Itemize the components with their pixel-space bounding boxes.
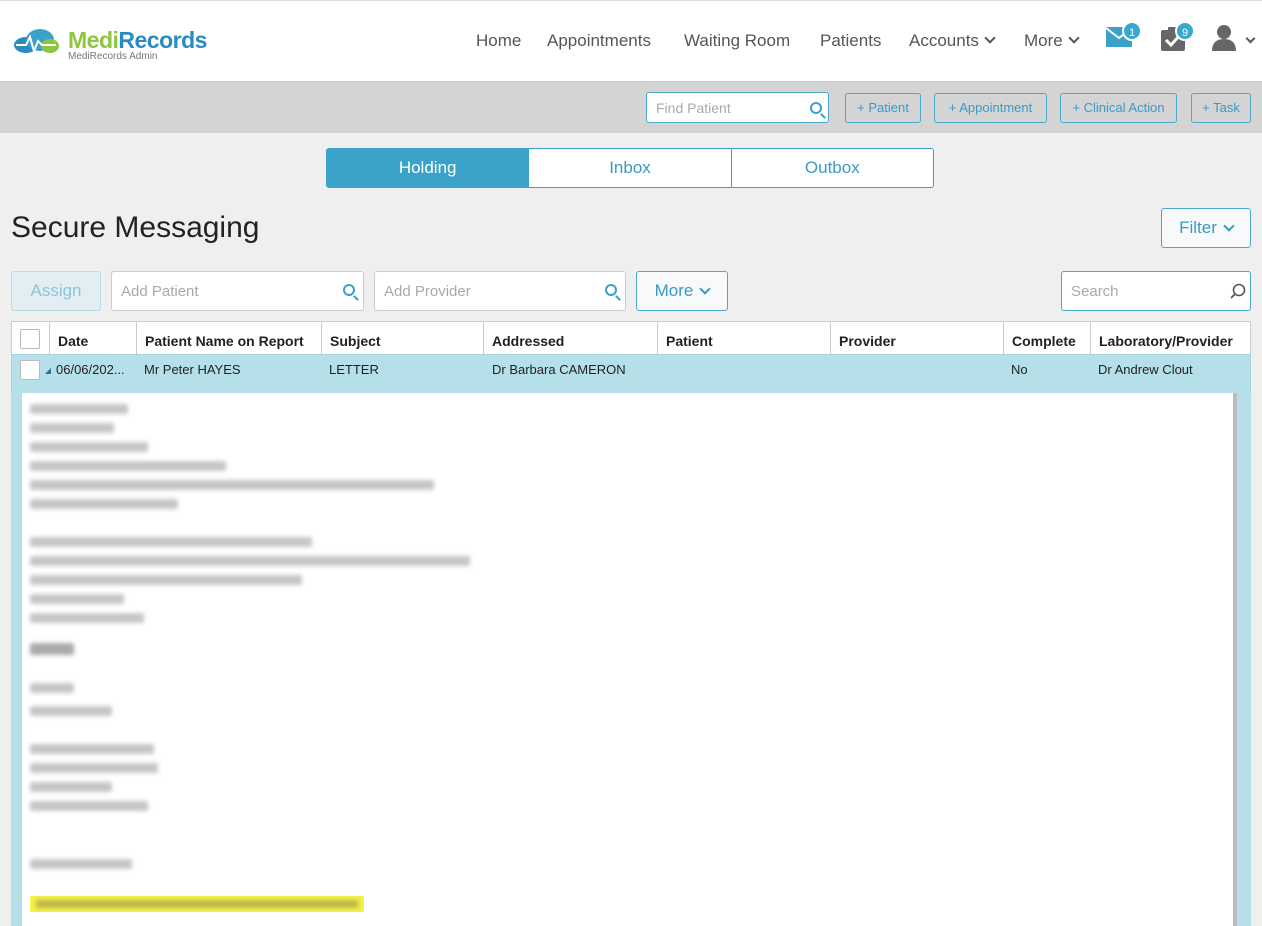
- redacted-line: [30, 706, 112, 716]
- medirecords-logo[interactable]: MediRecords MediRecords Admin: [12, 23, 222, 67]
- add-patient-button[interactable]: + Patient: [845, 93, 921, 123]
- page-title: Secure Messaging: [11, 211, 260, 244]
- chevron-down-icon: [1245, 33, 1256, 44]
- find-patient-placeholder: Find Patient: [656, 100, 731, 116]
- redacted-line: [30, 859, 132, 869]
- tab-holding[interactable]: Holding: [327, 149, 529, 187]
- redacted-line: [30, 643, 74, 655]
- brand-name: MediRecords: [68, 27, 207, 53]
- redacted-line: [30, 613, 144, 623]
- add-appointment-button[interactable]: + Appointment: [934, 93, 1047, 123]
- cloud-logo-icon: [14, 29, 59, 55]
- redacted-line: [30, 782, 112, 792]
- search-icon: [1230, 283, 1246, 299]
- more-actions-label: More: [654, 281, 694, 300]
- add-provider-placeholder: Add Provider: [384, 283, 471, 300]
- cell-complete: No: [1011, 362, 1028, 377]
- messages-count-badge: 1: [1122, 21, 1142, 41]
- highlighted-redacted-line: [30, 896, 364, 912]
- search-icon: [343, 284, 355, 296]
- brand-subtitle: MediRecords Admin: [68, 51, 158, 62]
- nav-patients[interactable]: Patients: [820, 31, 881, 51]
- search-icon: [810, 102, 822, 114]
- message-preview-panel: [11, 393, 1251, 926]
- search-placeholder: Search: [1071, 283, 1119, 300]
- filter-button[interactable]: Filter: [1161, 208, 1251, 248]
- redacted-document-preview: [22, 393, 1237, 926]
- chevron-down-icon: [984, 32, 996, 44]
- tab-inbox[interactable]: Inbox: [528, 149, 730, 187]
- table-header: Date Patient Name on Report Subject Addr…: [11, 321, 1251, 355]
- tab-outbox[interactable]: Outbox: [730, 149, 933, 187]
- redacted-line: [30, 442, 148, 452]
- tasks-button[interactable]: 9: [1161, 21, 1195, 56]
- expand-triangle-icon[interactable]: [45, 368, 51, 374]
- redacted-line: [30, 461, 226, 471]
- column-header-complete[interactable]: Complete: [1003, 322, 1090, 355]
- add-patient-input[interactable]: Add Patient: [111, 271, 364, 311]
- nav-home[interactable]: Home: [476, 31, 521, 51]
- filter-label: Filter: [1179, 218, 1217, 237]
- cell-date: 06/06/202...: [56, 362, 125, 377]
- column-header-addressed[interactable]: Addressed: [483, 322, 657, 355]
- nav-appointments[interactable]: Appointments: [547, 31, 651, 51]
- find-patient-input[interactable]: Find Patient: [646, 92, 829, 123]
- redacted-line: [30, 556, 470, 566]
- app-header: MediRecords MediRecords Admin Home Appoi…: [0, 0, 1262, 82]
- user-menu-button[interactable]: [1212, 25, 1256, 56]
- chevron-down-icon: [1068, 32, 1080, 44]
- quick-action-toolbar: Find Patient + Patient + Appointment + C…: [0, 82, 1262, 133]
- redacted-line: [30, 404, 128, 414]
- chevron-down-icon: [1223, 220, 1235, 232]
- column-header-provider[interactable]: Provider: [830, 322, 1003, 355]
- nav-waiting-room[interactable]: Waiting Room: [684, 31, 790, 51]
- redacted-line: [30, 575, 302, 585]
- cell-patient-name: Mr Peter HAYES: [144, 362, 241, 377]
- redacted-line: [30, 499, 178, 509]
- nav-accounts[interactable]: Accounts: [909, 31, 996, 51]
- column-header-date[interactable]: Date: [49, 322, 136, 355]
- messages-button[interactable]: 1: [1105, 21, 1142, 52]
- column-header-laboratory-provider[interactable]: Laboratory/Provider: [1090, 322, 1250, 355]
- redacted-line: [30, 480, 434, 490]
- row-select-checkbox[interactable]: [20, 360, 40, 380]
- redacted-line: [30, 423, 114, 433]
- column-header-subject[interactable]: Subject: [321, 322, 483, 355]
- search-messages-input[interactable]: Search: [1061, 271, 1251, 311]
- nav-more[interactable]: More: [1024, 31, 1080, 51]
- cell-addressed: Dr Barbara CAMERON: [492, 362, 626, 377]
- redacted-line: [30, 744, 154, 754]
- redacted-line: [30, 801, 148, 811]
- tasks-count-badge: 9: [1175, 21, 1195, 41]
- chevron-down-icon: [699, 283, 712, 295]
- redacted-line: [30, 537, 312, 547]
- messages-table: Date Patient Name on Report Subject Addr…: [11, 321, 1251, 394]
- column-header-patient[interactable]: Patient: [657, 322, 830, 355]
- add-task-button[interactable]: + Task: [1191, 93, 1251, 123]
- mailbox-tabs: Holding Inbox Outbox: [326, 148, 934, 188]
- cell-subject: LETTER: [329, 362, 379, 377]
- select-all-checkbox[interactable]: [20, 329, 40, 349]
- add-patient-placeholder: Add Patient: [121, 283, 199, 300]
- nav-more-label: More: [1024, 31, 1063, 50]
- add-clinical-action-button[interactable]: + Clinical Action: [1060, 93, 1177, 123]
- user-icon: [1212, 25, 1236, 51]
- nav-accounts-label: Accounts: [909, 31, 979, 50]
- table-row[interactable]: 06/06/202... Mr Peter HAYES LETTER Dr Ba…: [11, 354, 1251, 394]
- assign-button[interactable]: Assign: [11, 271, 101, 311]
- redacted-line: [30, 594, 124, 604]
- cell-lab-provider: Dr Andrew Clout: [1098, 362, 1193, 377]
- redacted-line: [30, 683, 74, 693]
- redacted-line: [30, 763, 158, 773]
- add-provider-input[interactable]: Add Provider: [374, 271, 626, 311]
- column-header-patient-name-on-report[interactable]: Patient Name on Report: [136, 322, 321, 355]
- search-icon: [605, 284, 617, 296]
- more-actions-button[interactable]: More: [636, 271, 728, 311]
- select-all-cell: [12, 322, 49, 355]
